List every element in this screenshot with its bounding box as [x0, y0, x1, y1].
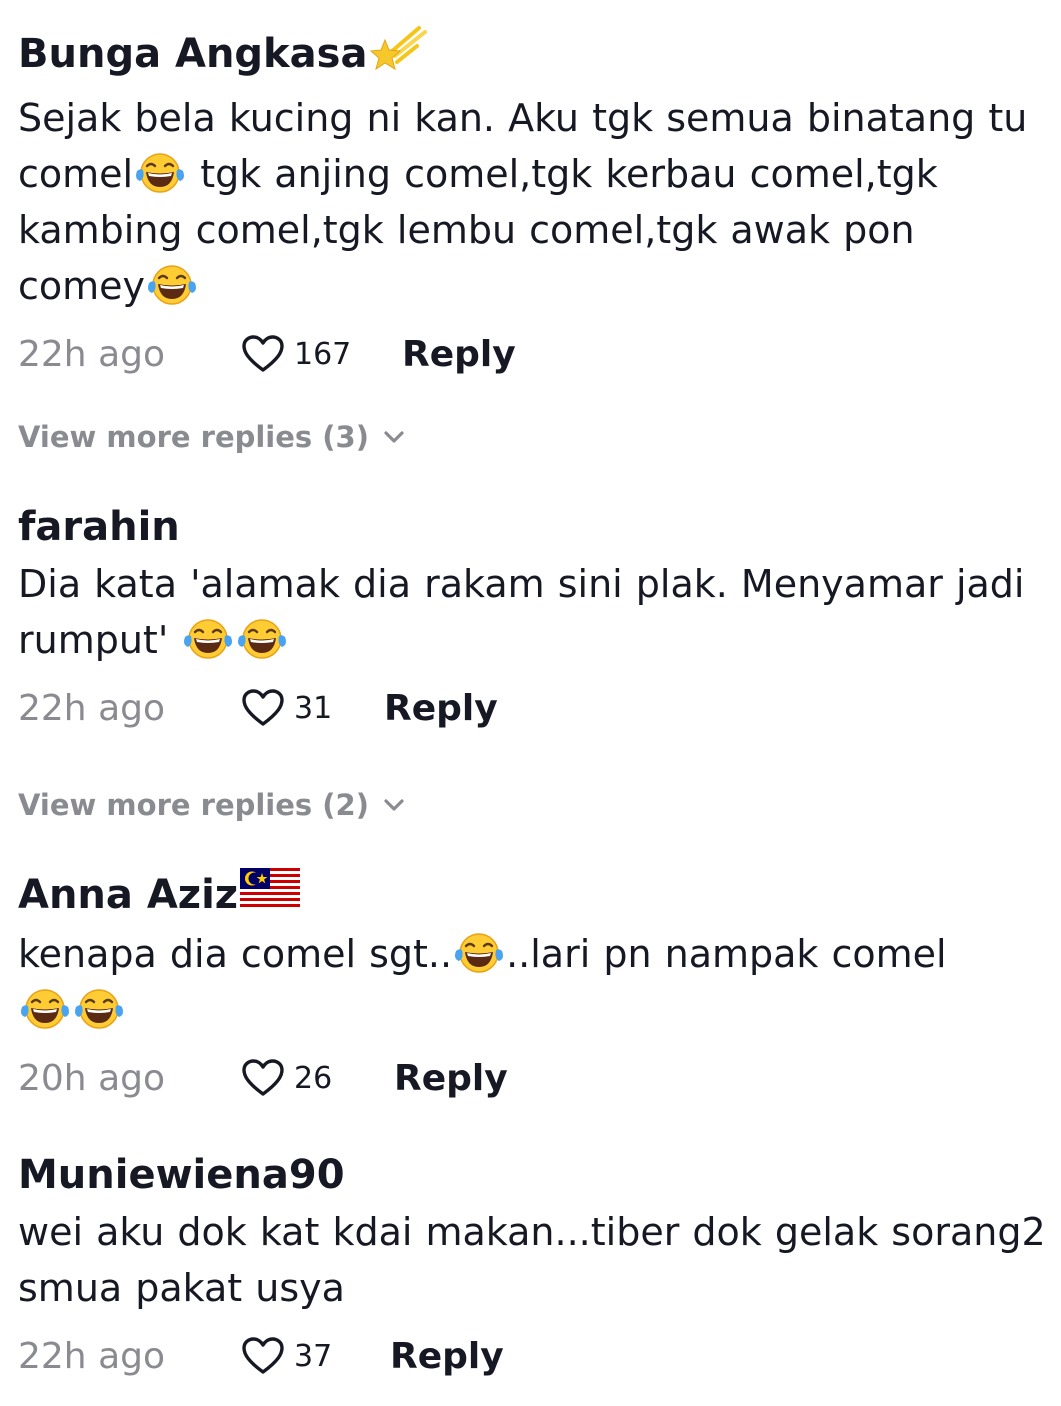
reply-button[interactable]: Reply	[402, 334, 516, 375]
like-count: 167	[294, 336, 352, 372]
heart-icon[interactable]	[240, 1335, 286, 1377]
comment-item: farahin Dia kata 'alamak dia rakam sini …	[18, 502, 1047, 734]
heart-icon[interactable]	[240, 333, 286, 375]
comment-text-part: Dia kata 'alamak dia rakam sini plak. Me…	[18, 562, 1025, 662]
like-button[interactable]: 26	[240, 1057, 394, 1099]
comment-text: Dia kata 'alamak dia rakam sini plak. Me…	[18, 556, 1047, 668]
like-button[interactable]: 31	[240, 687, 384, 729]
comment-author[interactable]: Anna Aziz	[18, 868, 1047, 922]
face-with-tears-of-joy-icon	[235, 617, 289, 661]
face-with-tears-of-joy-icon	[133, 151, 187, 195]
timestamp: 22h ago	[18, 333, 166, 375]
username[interactable]: Muniewiena90	[18, 1150, 345, 1200]
like-count: 37	[294, 1338, 333, 1374]
face-with-tears-of-joy-icon	[18, 987, 72, 1031]
heart-icon[interactable]	[240, 687, 286, 729]
face-with-tears-of-joy-icon	[145, 263, 199, 307]
face-with-tears-of-joy-icon	[72, 987, 126, 1031]
view-more-replies-button[interactable]: View more replies (3)	[18, 420, 407, 454]
shooting-star-icon	[369, 22, 428, 86]
heart-icon[interactable]	[240, 1057, 286, 1099]
like-button[interactable]: 37	[240, 1335, 390, 1377]
comment-author[interactable]: Bunga Angkasa	[18, 22, 1047, 86]
comment-text-part: wei aku dok kat kdai makan...tiber dok g…	[18, 1210, 1046, 1310]
timestamp: 22h ago	[18, 687, 166, 729]
comment-text: Sejak bela kucing ni kan. Aku tgk semua …	[18, 90, 1047, 314]
view-more-replies-button[interactable]: View more replies (2)	[18, 788, 407, 822]
comment-text: wei aku dok kat kdai makan...tiber dok g…	[18, 1204, 1047, 1316]
timestamp: 22h ago	[18, 1335, 166, 1377]
reply-button[interactable]: Reply	[384, 688, 498, 729]
comment-text: kenapa dia comel sgt.. ..lari pn nampak c…	[18, 926, 1047, 1038]
comment-meta: 22h ago 37 Reply	[18, 1330, 1047, 1382]
comment-meta: 22h ago 167 Reply	[18, 328, 1047, 380]
reply-button[interactable]: Reply	[394, 1058, 508, 1099]
timestamp: 20h ago	[18, 1057, 166, 1099]
comment-item: Anna Aziz kenapa dia comel sgt.. ..lari …	[18, 868, 1047, 1104]
like-button[interactable]: 167	[240, 333, 402, 375]
comment-list: Bunga Angkasa Sejak bela kucing ni kan. …	[0, 0, 1061, 1406]
reply-button[interactable]: Reply	[390, 1336, 504, 1377]
comment-meta: 22h ago 31 Reply	[18, 682, 1047, 734]
chevron-down-icon[interactable]	[381, 795, 407, 815]
view-more-replies-label[interactable]: View more replies (2)	[18, 788, 369, 822]
view-more-replies-label[interactable]: View more replies (3)	[18, 420, 369, 454]
comment-item: Muniewiena90 wei aku dok kat kdai makan.…	[18, 1150, 1047, 1382]
comment-meta: 20h ago 26 Reply	[18, 1052, 1047, 1104]
like-count: 26	[294, 1060, 333, 1096]
username[interactable]: Bunga Angkasa	[18, 29, 367, 79]
comment-item: Bunga Angkasa Sejak bela kucing ni kan. …	[18, 22, 1047, 380]
comment-text-part: ..lari pn nampak comel	[506, 932, 947, 976]
comment-author[interactable]: Muniewiena90	[18, 1150, 1047, 1200]
comment-text-part: kenapa dia comel sgt..	[18, 932, 453, 976]
comment-author[interactable]: farahin	[18, 502, 1047, 552]
malaysia-flag-icon	[240, 868, 301, 922]
face-with-tears-of-joy-icon	[181, 617, 235, 661]
chevron-down-icon[interactable]	[381, 427, 407, 447]
username[interactable]: farahin	[18, 502, 180, 552]
face-with-tears-of-joy-icon	[452, 931, 506, 975]
like-count: 31	[294, 690, 333, 726]
username[interactable]: Anna Aziz	[18, 870, 238, 920]
